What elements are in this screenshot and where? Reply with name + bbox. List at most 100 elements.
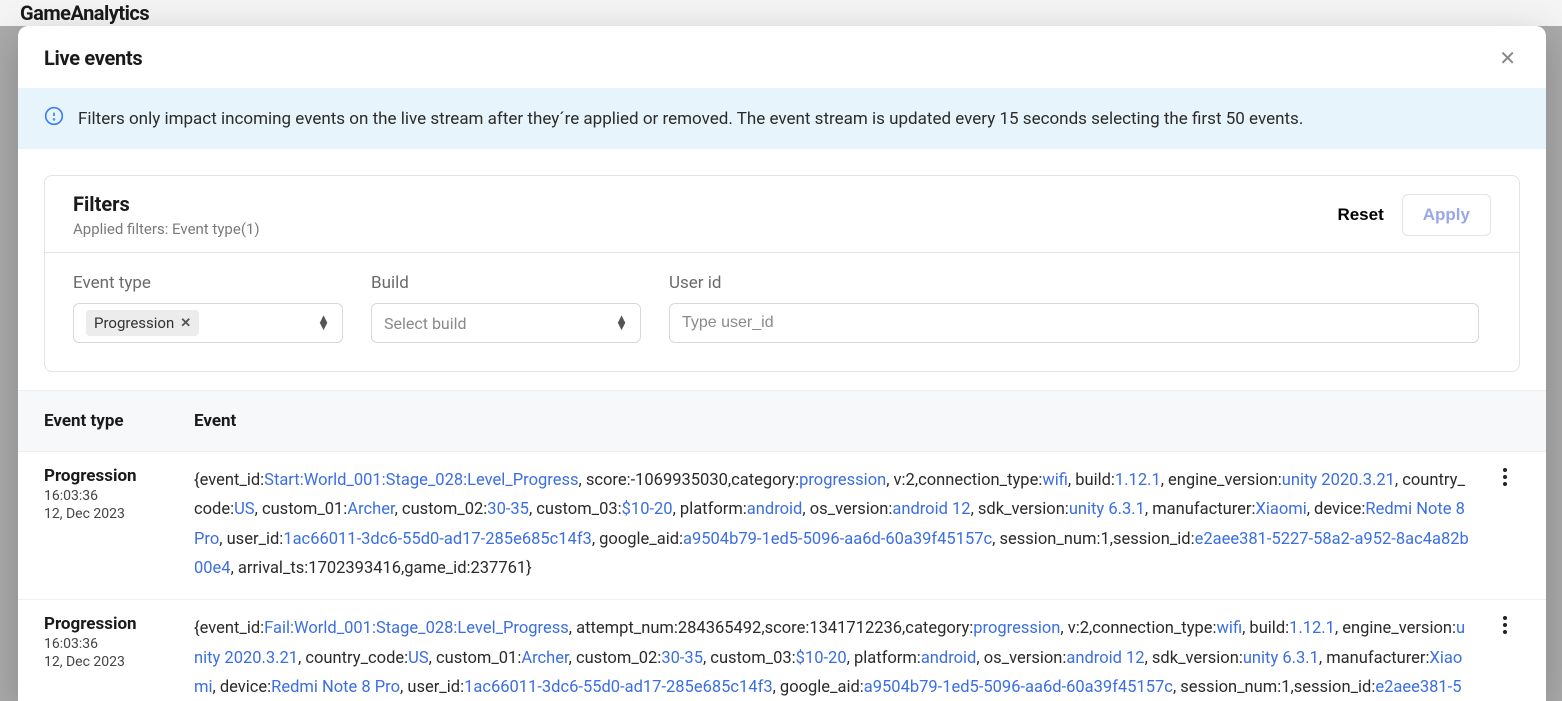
event-value: 1ac66011-3dc6-55d0-ad17-285e685c14f3 [283, 530, 592, 549]
event-text: , os_version: [802, 500, 892, 519]
event-text: , platform: [847, 649, 921, 668]
event-value: android 12 [892, 500, 970, 519]
apply-button[interactable]: Apply [1402, 194, 1491, 236]
reset-button[interactable]: Reset [1337, 205, 1383, 225]
event-type-chip-text: Progression [94, 314, 174, 332]
event-value: Redmi Note 8 Pro [271, 678, 400, 697]
events-table-header: Event type Event [18, 391, 1546, 452]
event-value: Archer [521, 649, 568, 668]
event-value: unity 6.3.1 [1069, 500, 1145, 519]
event-text: , session_num:1,session_id: [1173, 678, 1375, 697]
event-value: progression [799, 471, 886, 490]
row-time: 16:03:36 [44, 488, 194, 504]
event-text: , user_id: [400, 678, 464, 697]
event-text: , v:2,connection_type: [1060, 619, 1216, 638]
event-text: , custom_02: [395, 500, 488, 519]
filter-build-label: Build [371, 273, 641, 293]
event-value: unity 2020.3.21 [1282, 471, 1395, 490]
row-event-type: Progression [44, 466, 194, 486]
event-text: , google_aid: [773, 678, 864, 697]
event-value: android 12 [1066, 649, 1144, 668]
info-banner: Filters only impact incoming events on t… [18, 88, 1546, 149]
event-text: , score:-1069935030,category: [578, 471, 799, 490]
build-placeholder: Select build [384, 314, 467, 333]
chip-remove-icon[interactable]: ✕ [180, 316, 191, 331]
modal-title: Live events [44, 46, 142, 70]
filters-actions: Reset Apply [1337, 194, 1491, 236]
row-actions [1490, 614, 1520, 634]
row-event-type: Progression [44, 614, 194, 634]
filter-event-type: Event type Progression ✕ ▲▼ [73, 273, 343, 343]
event-value: US [408, 649, 429, 668]
kebab-icon[interactable] [1503, 468, 1507, 486]
event-value: wifi [1042, 471, 1068, 490]
filters-body: Event type Progression ✕ ▲▼ Build Select… [45, 253, 1519, 371]
event-text: , user_id: [219, 530, 283, 549]
filter-build: Build Select build ▲▼ [371, 273, 641, 343]
row-event-payload: {event_id:Start:World_001:Stage_028:Leve… [194, 466, 1490, 583]
row-meta: Progression16:03:3612, Dec 2023 [44, 466, 194, 522]
event-value: android [747, 500, 803, 519]
event-text: {event_id: [194, 471, 264, 490]
live-events-modal: Live events ✕ Filters only impact incomi… [18, 26, 1546, 701]
row-actions [1490, 466, 1520, 486]
chevron-updown-icon: ▲▼ [615, 316, 628, 330]
event-text: , google_aid: [592, 530, 683, 549]
background-app-bar: GameAnalytics [0, 0, 1562, 26]
event-value: 1ac66011-3dc6-55d0-ad17-285e685c14f3 [464, 678, 773, 697]
info-banner-text: Filters only impact incoming events on t… [78, 109, 1303, 129]
event-value: $10-20 [622, 500, 673, 519]
row-date: 12, Dec 2023 [44, 654, 194, 670]
event-text: , engine_version: [1335, 619, 1456, 638]
table-row: Progression16:03:3612, Dec 2023{event_id… [18, 600, 1546, 701]
event-text: , custom_03: [529, 500, 622, 519]
event-text: , sdk_version: [1145, 649, 1243, 668]
filters-applied-label: Applied filters: Event type(1) [73, 220, 260, 238]
event-text: , custom_01: [255, 500, 348, 519]
event-text: , session_num:1,session_id: [992, 530, 1194, 549]
background-app-name: GameAnalytics [20, 1, 149, 25]
table-row: Progression16:03:3612, Dec 2023{event_id… [18, 452, 1546, 600]
event-text: , manufacturer: [1145, 500, 1256, 519]
event-value: Xiaomi [1255, 500, 1306, 519]
event-text: , custom_02: [569, 649, 662, 668]
row-event-payload: {event_id:Fail:World_001:Stage_028:Level… [194, 614, 1490, 701]
event-value: progression [973, 619, 1060, 638]
event-type-chip: Progression ✕ [86, 310, 199, 336]
event-value: a9504b79-1ed5-5096-aa6d-60a39f45157c [683, 530, 992, 549]
event-value: 1.12.1 [1289, 619, 1335, 638]
events-rows: Progression16:03:3612, Dec 2023{event_id… [18, 452, 1546, 701]
filters-header: Filters Applied filters: Event type(1) R… [45, 176, 1519, 253]
event-value: $10-20 [796, 649, 847, 668]
user-id-input-wrap [669, 303, 1479, 343]
event-text: , country_code: [298, 649, 408, 668]
event-text: , device: [212, 678, 271, 697]
event-value: Archer [347, 500, 394, 519]
event-value: 30-35 [487, 500, 529, 519]
event-type-select[interactable]: Progression ✕ ▲▼ [73, 303, 343, 343]
kebab-icon[interactable] [1503, 616, 1507, 634]
event-value: a9504b79-1ed5-5096-aa6d-60a39f45157c [864, 678, 1173, 697]
event-text: , v:2,connection_type: [886, 471, 1042, 490]
event-value: Start:World_001:Stage_028:Level_Progress [264, 471, 578, 490]
filter-event-type-label: Event type [73, 273, 343, 293]
chevron-updown-icon: ▲▼ [317, 316, 330, 330]
event-text: , attempt_num:284365492,score:1341712236… [569, 619, 974, 638]
modal-header: Live events ✕ [18, 26, 1546, 88]
event-text: , device: [1307, 500, 1366, 519]
event-text: , os_version: [976, 649, 1066, 668]
event-value: 1.12.1 [1115, 471, 1161, 490]
event-text: , manufacturer: [1319, 649, 1430, 668]
event-value: android [921, 649, 977, 668]
build-select[interactable]: Select build ▲▼ [371, 303, 641, 343]
filter-user-label: User id [669, 273, 1479, 293]
event-text: , platform: [673, 500, 747, 519]
filters-title: Filters [73, 192, 260, 216]
filter-user-id: User id [669, 273, 1479, 343]
event-text: {event_id: [194, 619, 264, 638]
events-table: Event type Event Progression16:03:3612, … [18, 390, 1546, 701]
user-id-input[interactable] [682, 314, 1466, 332]
event-text: , arrival_ts:1702393416,game_id:237761} [231, 559, 532, 578]
col-header-event: Event [194, 411, 1480, 431]
close-icon[interactable]: ✕ [1495, 44, 1520, 72]
